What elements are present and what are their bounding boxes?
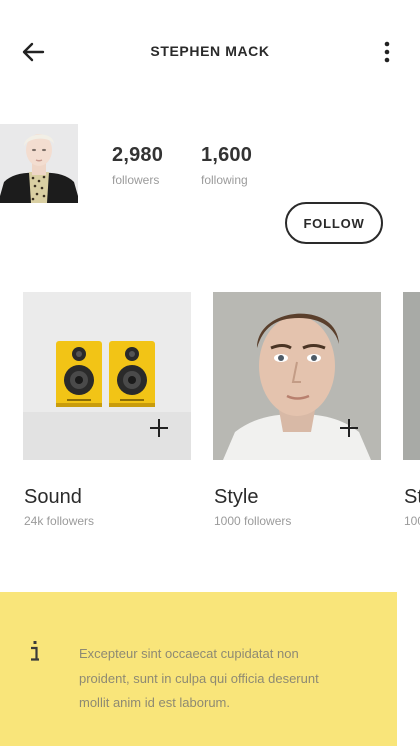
more-options-button[interactable] [376, 40, 398, 64]
card-title: St [404, 486, 420, 508]
following-stat[interactable]: 1,600 following [201, 144, 252, 187]
add-sound-button[interactable] [149, 418, 169, 438]
plus-icon [150, 419, 168, 437]
card-sound[interactable]: Sound 24k followers [23, 292, 191, 528]
card-followers: 100 [404, 514, 420, 528]
info-icon [31, 641, 39, 661]
avatar[interactable] [0, 124, 78, 203]
card-followers: 24k followers [24, 514, 95, 528]
portrait-image [213, 292, 381, 460]
app-header: STEPHEN MACK [0, 0, 420, 104]
card-followers: 1000 followers [214, 514, 292, 528]
followers-stat[interactable]: 2,980 followers [112, 144, 163, 187]
info-banner: Excepteur sint occaecat cupidatat non pr… [0, 592, 397, 746]
page-title: STEPHEN MACK [150, 43, 270, 59]
more-vertical-icon [384, 41, 390, 63]
card-image [403, 292, 420, 460]
plus-icon [340, 419, 358, 437]
add-style-button[interactable] [339, 418, 359, 438]
followers-count: 2,980 [112, 144, 164, 166]
card-style[interactable]: Style 1000 followers [213, 292, 381, 528]
following-count: 1,600 [201, 144, 253, 166]
followers-label: followers [112, 173, 160, 187]
following-label: following [201, 173, 248, 187]
card-title: Sound [24, 486, 82, 508]
follow-button[interactable]: FOLLOW [285, 202, 383, 244]
card-title: Style [214, 486, 259, 508]
speakers-image [23, 292, 191, 460]
card-partial[interactable]: St 100 [403, 292, 420, 532]
info-text: Excepteur sint occaecat cupidatat non pr… [79, 646, 319, 710]
